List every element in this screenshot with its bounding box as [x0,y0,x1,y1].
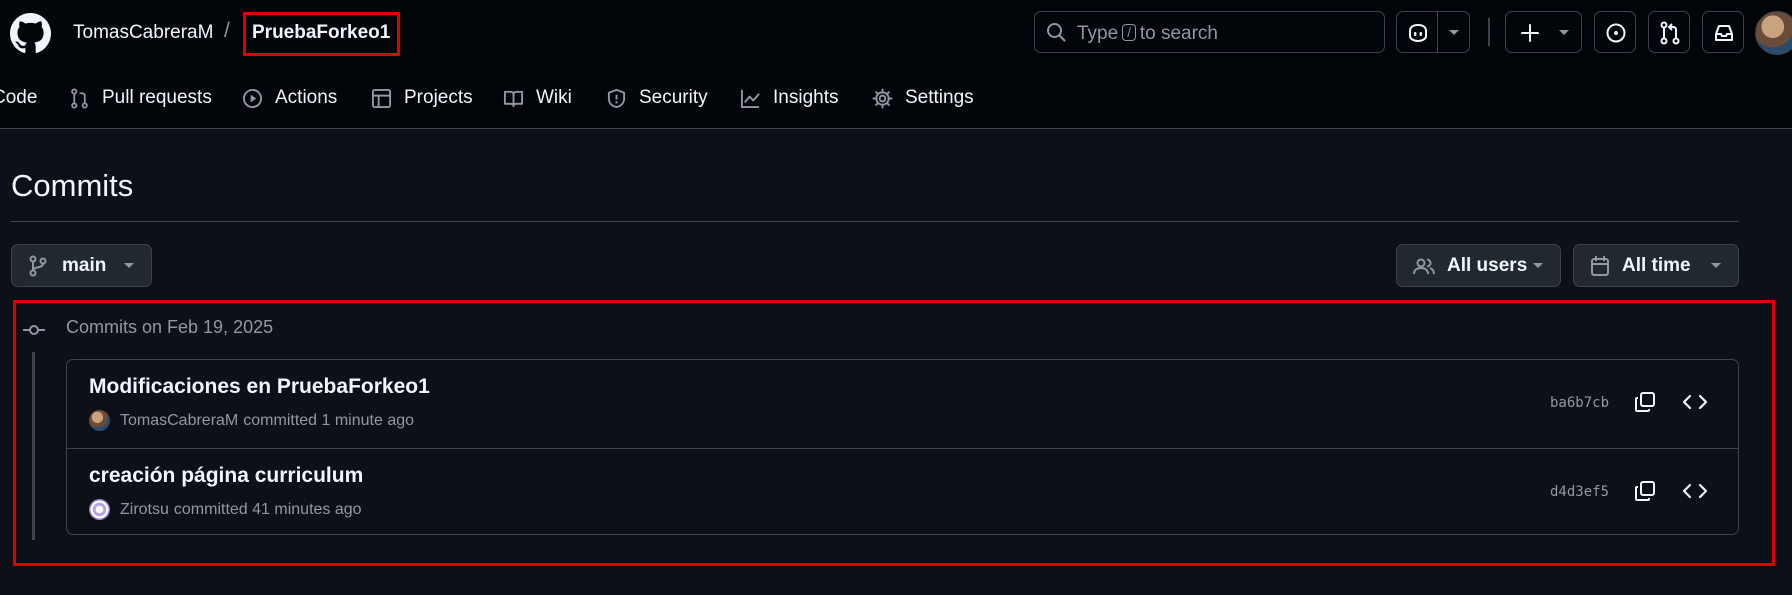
github-logo-icon[interactable] [10,13,51,54]
tab-code[interactable]: Code [0,78,37,118]
repo-owner-link[interactable]: TomasCabreraM [73,22,213,44]
copilot-menu-button[interactable] [1437,11,1470,53]
commit-sha-link[interactable]: ba6b7cb [1550,395,1609,411]
graph-icon [740,89,760,108]
tab-settings-label: Settings [905,87,974,108]
inbox-button[interactable] [1702,11,1744,53]
commit-time: committed 41 minutes ago [173,500,362,518]
chevron-down-icon [1533,262,1543,268]
repo-name-link[interactable]: PruebaForkeo1 [252,22,390,44]
author-avatar[interactable] [89,410,110,431]
tab-actions-label: Actions [275,87,338,108]
shield-icon [607,88,626,108]
table-icon [371,88,392,108]
play-circle-icon [242,88,263,108]
tab-projects[interactable]: Projects [371,78,473,118]
commit-message-link[interactable]: creación página curriculum [89,464,363,488]
commit-message-link[interactable]: Modificaciones en PruebaForkeo1 [89,375,430,399]
people-icon [1413,258,1435,274]
commit-time: committed 1 minute ago [243,411,415,429]
users-filter-label: All users [1447,254,1528,276]
tab-insights[interactable]: Insights [740,78,838,118]
chevron-down-icon [124,262,134,268]
commit-group-title: Commits on Feb 19, 2025 [66,317,274,337]
title-divider [11,221,1739,222]
tab-settings[interactable]: Settings [872,78,974,118]
chevron-down-icon [1559,30,1569,35]
tab-wiki-label: Wiki [536,87,572,108]
copilot-icon [1409,23,1427,43]
copy-icon[interactable] [1633,390,1657,414]
plus-icon [1521,24,1539,42]
users-filter[interactable]: All users [1396,244,1561,287]
tab-pull-requests[interactable]: Pull requests [69,78,212,118]
page-title: Commits [11,168,134,203]
search-placeholder: Type / to search [1077,23,1218,44]
pull-request-icon [71,87,88,109]
author-avatar[interactable] [89,499,110,520]
time-filter[interactable]: All time [1573,244,1739,287]
git-commit-icon [23,325,45,335]
tab-code-label: Code [0,87,38,108]
user-avatar[interactable] [1755,11,1792,55]
search-shortcut-key: / [1122,24,1136,41]
calendar-icon [1591,255,1609,276]
commit-meta: TomasCabreraM committed 1 minute ago [89,410,414,431]
copilot-button[interactable] [1396,11,1438,53]
tab-security-label: Security [639,87,708,108]
tab-security[interactable]: Security [606,78,708,118]
chevron-down-icon [1449,30,1459,35]
commit-row: creación página curriculum Zirotsu commi… [67,448,1738,536]
chevron-down-icon [1711,262,1721,268]
create-new-button[interactable] [1505,11,1582,53]
commit-author-link[interactable]: TomasCabreraM [120,412,238,430]
branch-label: main [62,254,107,276]
branch-selector[interactable]: main [11,244,152,287]
commit-author-link[interactable]: Zirotsu [120,501,169,519]
path-separator: / [224,19,230,42]
tab-projects-label: Projects [404,87,473,108]
time-filter-label: All time [1622,254,1691,276]
tab-actions[interactable]: Actions [242,78,337,118]
header-divider [1488,18,1490,46]
tab-wiki[interactable]: Wiki [503,78,572,118]
tab-insights-label: Insights [773,87,839,108]
code-icon[interactable] [1682,479,1708,503]
inbox-icon [1715,25,1733,41]
timeline-line [32,352,35,540]
commit-list: Modificaciones en PruebaForkeo1 TomasCab… [66,359,1739,535]
top-header: TomasCabreraM / PruebaForkeo1 Type / to se… [0,0,1792,129]
book-icon [503,90,524,107]
issue-opened-icon [1606,23,1626,43]
search-input[interactable]: Type / to search [1034,11,1385,53]
search-icon [1047,23,1066,42]
commit-sha-link[interactable]: d4d3ef5 [1550,484,1609,500]
gear-icon [872,87,893,109]
commit-meta: Zirotsu committed 41 minutes ago [89,499,362,520]
pull-requests-button[interactable] [1648,11,1690,53]
issues-button[interactable] [1594,11,1636,53]
commit-row: Modificaciones en PruebaForkeo1 TomasCab… [67,360,1738,448]
tab-pull-requests-label: Pull requests [102,87,212,108]
code-icon[interactable] [1682,390,1708,414]
copy-icon[interactable] [1633,479,1657,503]
git-branch-icon [29,255,47,276]
pull-request-icon [1660,21,1680,45]
